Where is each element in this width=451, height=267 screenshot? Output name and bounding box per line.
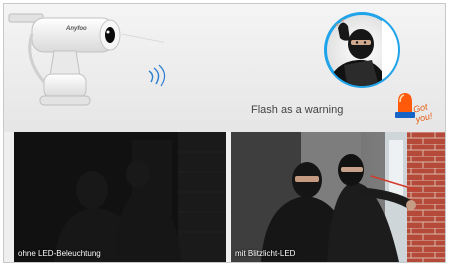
dark-scene-image xyxy=(14,132,226,262)
panel-with-flash-led: mit Blitzlicht-LED xyxy=(231,132,445,262)
top-illustration-area: Anyfoo Flash as a warning Got you! xyxy=(4,4,445,132)
promo-banner: Anyfoo Flash as a warning Got you! ohne … xyxy=(3,3,446,263)
warning-caption: Flash as a warning xyxy=(251,104,344,116)
burglar-illustration xyxy=(324,12,400,88)
panel-label-without-led: ohne LED-Beleuchtung xyxy=(18,249,101,258)
panel-without-led: ohne LED-Beleuchtung xyxy=(14,132,226,262)
lit-scene-image xyxy=(231,132,445,262)
ptz-camera-icon: Anyfoo xyxy=(8,13,164,106)
panel-label-with-flash-led: mit Blitzlicht-LED xyxy=(235,249,296,258)
wireless-signal-icon xyxy=(148,64,166,87)
camera-brand-logo: Anyfoo xyxy=(65,26,87,32)
